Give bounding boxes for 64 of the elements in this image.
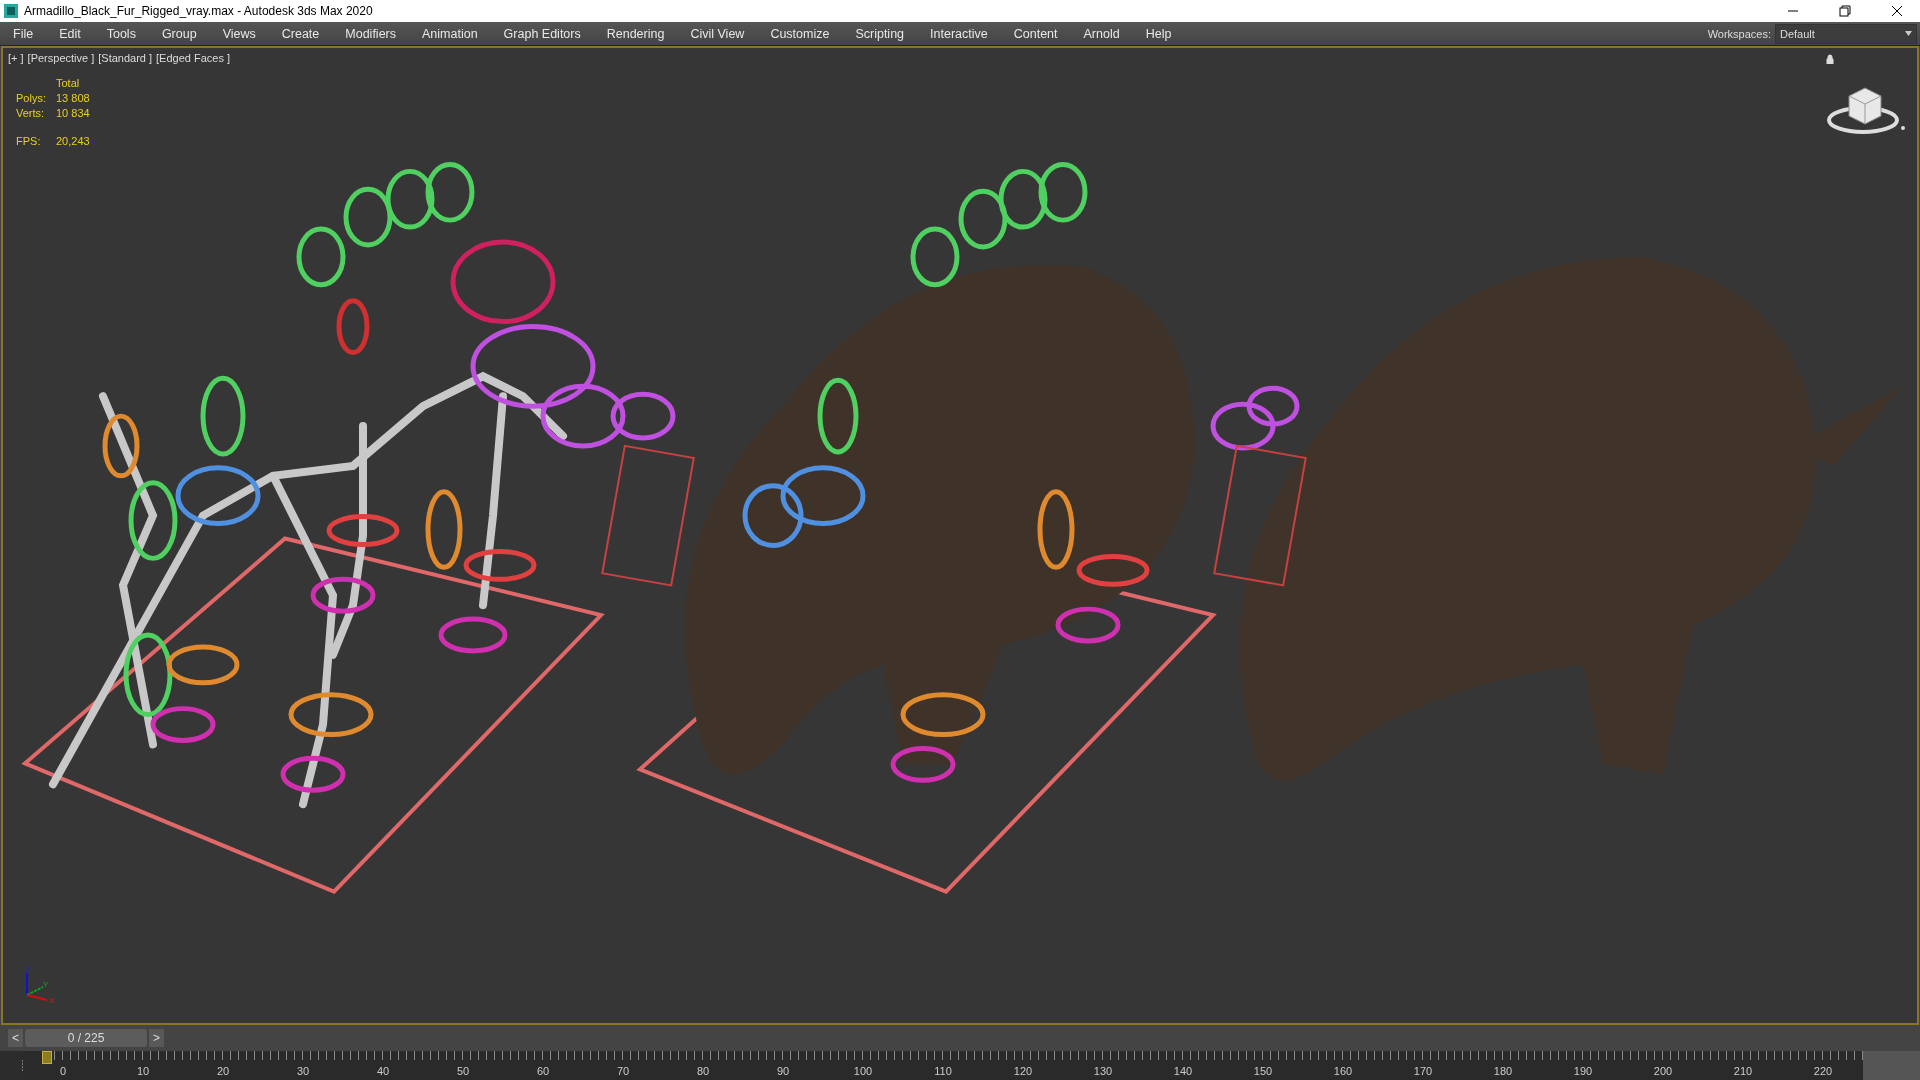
next-frame-button[interactable]: > xyxy=(149,1029,164,1047)
fps-label: FPS: xyxy=(16,135,42,147)
fps-value: 20,243 xyxy=(56,135,91,147)
frame-number: 50 xyxy=(455,1065,471,1079)
lock-icon[interactable] xyxy=(1825,54,1835,64)
window-title: Armadillo_Black_Fur_Rigged_vray.max - Autodesk 3ds Max 2020 xyxy=(24,4,374,18)
menu-item[interactable]: Tools xyxy=(93,26,149,41)
stat-value: 13 808 xyxy=(56,92,91,104)
menu-item[interactable]: Scripting xyxy=(842,26,918,41)
frame-number: 170 xyxy=(1412,1065,1434,1079)
frame-number: 90 xyxy=(775,1065,791,1079)
frame-number: 70 xyxy=(615,1065,631,1079)
menu-item[interactable]: Graph Editors xyxy=(490,26,594,41)
frame-number: 180 xyxy=(1492,1065,1514,1079)
menu-item[interactable]: Content xyxy=(1000,26,1071,41)
stats-header: Total xyxy=(56,77,81,89)
menu-item[interactable]: Modifiers xyxy=(332,26,409,41)
menu-item[interactable]: Civil View xyxy=(677,26,758,41)
stat-label: Verts: xyxy=(16,107,46,119)
menu-item[interactable]: Views xyxy=(209,26,269,41)
menu-item[interactable]: Interactive xyxy=(917,26,1001,41)
frame-number: 10 xyxy=(135,1065,151,1079)
timeline-end-panel xyxy=(1863,1051,1920,1080)
viewport[interactable]: [+ ] [Perspective ] [Standard ] [Edged Faces ] Total Polys: 13 808 Verts: 10 834 FPS: 20,243 Z Y X xyxy=(1,46,1919,1025)
menu-item[interactable]: Animation xyxy=(409,26,491,41)
time-marker[interactable] xyxy=(42,1051,52,1064)
stat-value: 10 834 xyxy=(56,107,91,119)
dropdown-arrow-icon xyxy=(1905,31,1912,36)
menu-item[interactable]: Group xyxy=(148,26,210,41)
stat-label: Polys: xyxy=(16,92,47,104)
frame-number: 110 xyxy=(933,1065,953,1079)
menu-item[interactable]: Create xyxy=(268,26,333,41)
workspaces-label: Workspaces: xyxy=(1707,27,1771,40)
menu-item[interactable]: Arnold xyxy=(1070,26,1133,41)
frame-number: 20 xyxy=(215,1065,231,1079)
frame-number: 30 xyxy=(295,1065,311,1079)
frame-number: 130 xyxy=(1092,1065,1114,1079)
viewport-label[interactable]: [Edged Faces ] xyxy=(156,52,231,64)
frame-number: 80 xyxy=(695,1065,711,1079)
menu-item[interactable]: Rendering xyxy=(593,26,678,41)
time-slider-thumb[interactable]: 0 / 225 xyxy=(25,1029,147,1047)
viewport-label[interactable]: [Standard ] xyxy=(98,52,153,64)
app-logo-icon xyxy=(4,4,18,18)
menu-item[interactable]: File xyxy=(0,26,47,41)
frame-number: 190 xyxy=(1572,1065,1594,1079)
time-slider-track[interactable]: < 0 / 225 > xyxy=(8,1029,1872,1047)
menu-item[interactable]: Customize xyxy=(757,26,843,41)
previous-frame-button[interactable]: < xyxy=(8,1029,23,1047)
frame-number: 200 xyxy=(1652,1065,1674,1079)
frame-number: 210 xyxy=(1732,1065,1754,1079)
viewport-label[interactable]: [Perspective ] xyxy=(27,52,95,64)
frame-number: 160 xyxy=(1332,1065,1354,1079)
frame-number: 40 xyxy=(375,1065,391,1079)
frame-number: 120 xyxy=(1012,1065,1034,1079)
workspaces-dropdown[interactable]: Default xyxy=(1775,23,1917,44)
menu-item[interactable]: Help xyxy=(1132,26,1185,41)
menu-item[interactable]: Edit xyxy=(46,26,94,41)
frame-number: 220 xyxy=(1812,1065,1834,1079)
frame-number: 140 xyxy=(1172,1065,1194,1079)
frame-number: 0 xyxy=(58,1065,68,1079)
frame-number: 150 xyxy=(1252,1065,1274,1079)
viewport-label[interactable]: [+ ] xyxy=(8,52,24,64)
frame-number: 100 xyxy=(852,1065,874,1079)
frame-number: 60 xyxy=(535,1065,551,1079)
